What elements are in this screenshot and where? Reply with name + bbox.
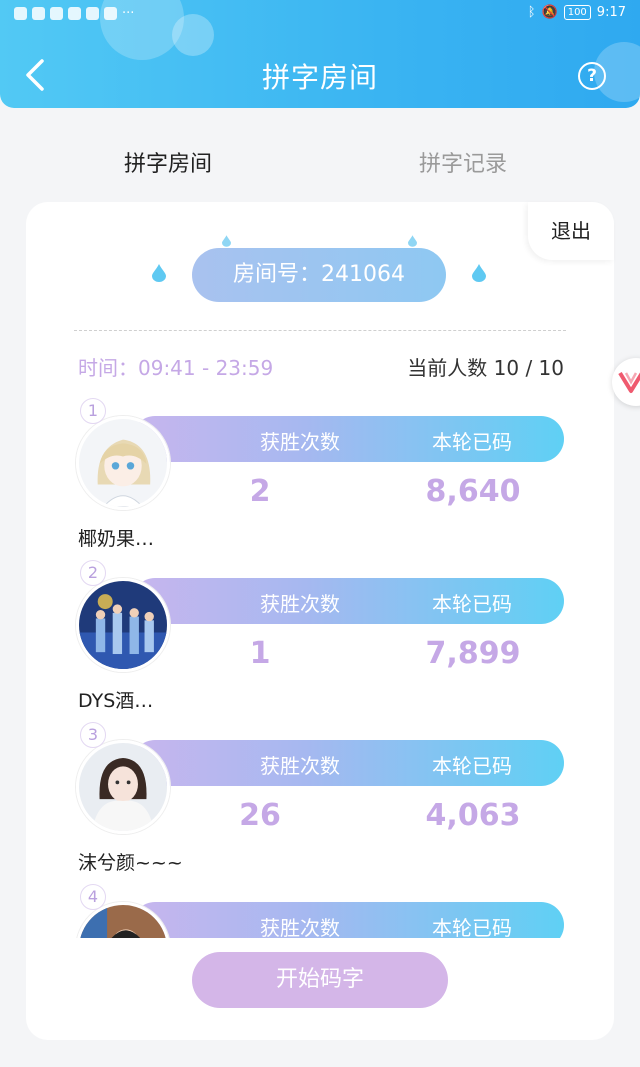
wins-value: 26 — [239, 798, 281, 833]
wifi-icon — [14, 7, 27, 20]
wins-label: 获胜次数 — [260, 916, 340, 938]
room-time: 时间：09:41 - 23:59 — [78, 356, 274, 380]
droplet-icon — [222, 232, 231, 247]
help-icon[interactable]: ? — [578, 62, 606, 90]
wins-label: 获胜次数 — [260, 754, 340, 778]
player-name: 沫兮颜~~~ — [78, 852, 183, 874]
wins-label: 获胜次数 — [260, 430, 340, 454]
rank-badge: 2 — [80, 560, 106, 586]
wins-label: 获胜次数 — [260, 592, 340, 616]
stats-bar: 获胜次数 本轮已码 — [132, 902, 564, 938]
droplet-icon — [408, 232, 417, 247]
droplet-icon — [472, 264, 486, 282]
droplet-icon — [152, 264, 166, 282]
player-count: 当前人数 10 / 10 — [407, 356, 564, 380]
player-list[interactable]: 获胜次数 本轮已码 1 2 8,640 椰奶果… 获胜次数 本轮已码 2 1 7… — [26, 398, 614, 938]
more-icon: ··· — [122, 6, 135, 21]
player-row: 获胜次数 本轮已码 1 2 8,640 椰奶果… — [26, 398, 614, 560]
chars-label: 本轮已码 — [432, 754, 512, 778]
app-notification-icon — [86, 7, 99, 20]
avatar[interactable] — [76, 578, 170, 672]
avatar[interactable] — [76, 416, 170, 510]
tab-pinzi-room[interactable]: 拼字房间 — [124, 146, 212, 178]
chars-label: 本轮已码 — [432, 430, 512, 454]
player-row: 获胜次数 本轮已码 3 26 4,063 沫兮颜~~~ — [26, 722, 614, 884]
chars-value: 8,640 — [425, 474, 521, 509]
status-icons-left: ··· — [14, 6, 134, 21]
wins-value: 2 — [249, 474, 271, 509]
rank-badge: 3 — [80, 722, 106, 748]
battery-indicator: 100 — [563, 5, 591, 20]
v-logo-icon — [618, 371, 640, 393]
stats-bar: 获胜次数 本轮已码 — [132, 578, 564, 624]
app-notification-icon — [50, 7, 63, 20]
tab-pinzi-record[interactable]: 拼字记录 — [419, 146, 507, 178]
avatar[interactable] — [76, 740, 170, 834]
app-header: ··· ᛒ 🔕 100 9:17 拼字房间 ? — [0, 0, 640, 108]
player-row: 获胜次数 本轮已码 4 — [26, 884, 614, 938]
rank-badge: 4 — [80, 884, 106, 910]
start-typing-button[interactable]: 开始码字 — [192, 952, 448, 1008]
player-row: 获胜次数 本轮已码 2 1 7,899 DYS酒… — [26, 560, 614, 722]
chars-label: 本轮已码 — [432, 916, 512, 938]
floating-widget[interactable] — [612, 358, 640, 406]
exit-button[interactable]: 退出 — [528, 202, 614, 260]
rank-badge: 1 — [80, 398, 106, 424]
divider — [74, 330, 566, 331]
status-icons-right: ᛒ 🔕 100 9:17 — [528, 5, 626, 20]
chars-value: 4,063 — [425, 798, 521, 833]
search-app-icon — [104, 7, 117, 20]
app-notification-icon — [68, 7, 81, 20]
page-title: 拼字房间 — [261, 61, 378, 94]
mute-icon: 🔕 — [541, 5, 558, 20]
room-card: 退出 房间号：241064 时间：09:41 - 23:59 当前人数 10 /… — [26, 202, 614, 1040]
hourglass-icon — [32, 7, 45, 20]
player-name: DYS酒… — [78, 690, 154, 712]
bluetooth-icon: ᛒ — [527, 5, 536, 20]
room-number: 房间号：241064 — [192, 248, 446, 302]
status-bar: ··· ᛒ 🔕 100 9:17 — [0, 0, 640, 28]
chars-value: 7,899 — [425, 636, 521, 671]
stats-bar: 获胜次数 本轮已码 — [132, 740, 564, 786]
status-time: 9:17 — [596, 5, 626, 20]
player-name: 椰奶果… — [78, 528, 155, 550]
chars-label: 本轮已码 — [432, 592, 512, 616]
stats-bar: 获胜次数 本轮已码 — [132, 416, 564, 462]
wins-value: 1 — [249, 636, 271, 671]
